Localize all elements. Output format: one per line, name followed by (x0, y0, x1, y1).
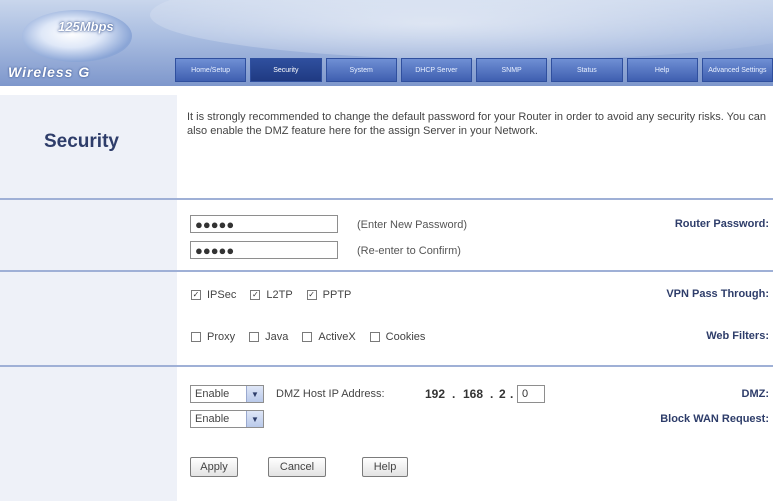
divider (0, 365, 773, 367)
activex-label: ActiveX (318, 331, 356, 343)
tab-help[interactable]: Help (626, 58, 698, 82)
tab-system[interactable]: System (325, 58, 397, 82)
logo-orb (22, 10, 132, 62)
dmz-host-ip-label: DMZ Host IP Address: (276, 388, 385, 400)
block-wan-request-label: Block WAN Request: (660, 413, 769, 425)
dmz-select-value: Enable (195, 388, 230, 400)
tab-dhcp-server[interactable]: DHCP Server (400, 58, 472, 82)
new-password-hint: (Enter New Password) (357, 219, 468, 231)
ipsec-label: IPSec (207, 289, 237, 301)
logo-product-text: Wireless G (8, 64, 91, 80)
ip-dot: . (452, 387, 456, 401)
main-nav: Home/Setup Security System DHCP Server S… (175, 58, 773, 82)
dmz-select[interactable]: Enable ▼ (190, 385, 264, 403)
check-icon: ✓ (192, 290, 200, 299)
apply-button[interactable]: Apply (190, 457, 238, 477)
tab-status[interactable]: Status (551, 58, 623, 82)
divider (0, 270, 773, 272)
l2tp-label: L2TP (266, 289, 293, 301)
logo-speed-text: 125Mbps (58, 19, 114, 34)
web-filters-label: Web Filters: (706, 330, 769, 342)
ip-dot: . (510, 387, 514, 401)
tab-home-setup[interactable]: Home/Setup (175, 58, 247, 82)
ip-octet-1: 192 (425, 387, 446, 401)
chevron-down-icon[interactable]: ▼ (246, 386, 263, 402)
ip-octet-3: 2 (499, 387, 506, 401)
confirm-password-field[interactable]: ●●●●● (190, 241, 338, 259)
divider (0, 198, 773, 200)
tab-advanced-settings[interactable]: Advanced Settings (701, 58, 773, 82)
vpn-options: ✓ IPSec ✓ L2TP ✓ PPTP (191, 289, 365, 301)
java-checkbox[interactable] (249, 332, 260, 342)
cookies-checkbox[interactable] (369, 332, 380, 342)
header-banner: 125Mbps Wireless G Home/Setup Security S… (0, 0, 773, 86)
cancel-button[interactable]: Cancel (268, 457, 326, 477)
ip-octet-2: 168 (463, 387, 484, 401)
page-title: Security (44, 131, 119, 152)
activex-checkbox[interactable] (302, 332, 313, 342)
vpn-pass-through-label: VPN Pass Through: (666, 288, 769, 300)
tab-snmp[interactable]: SNMP (476, 58, 548, 82)
check-icon: ✓ (308, 290, 315, 299)
new-password-field[interactable]: ●●●●● (190, 215, 338, 233)
router-password-label: Router Password: (674, 218, 769, 230)
ipsec-checkbox[interactable]: ✓ (191, 290, 201, 300)
check-icon: ✓ (252, 290, 259, 299)
confirm-password-hint: (Re-enter to Confirm) (357, 245, 461, 257)
pptp-checkbox[interactable]: ✓ (306, 290, 317, 300)
proxy-label: Proxy (207, 331, 236, 343)
l2tp-checkbox[interactable]: ✓ (250, 290, 261, 300)
dmz-label: DMZ: (741, 388, 770, 400)
help-button[interactable]: Help (362, 457, 408, 477)
ip-dot: . (490, 387, 494, 401)
tab-security[interactable]: Security (250, 58, 322, 82)
block-wan-select-value: Enable (195, 413, 230, 425)
web-filter-options: Proxy Java ActiveX Cookies (191, 331, 439, 343)
chevron-down-icon[interactable]: ▼ (246, 411, 263, 427)
header-swoosh (150, 0, 773, 60)
cookies-label: Cookies (385, 331, 426, 343)
java-label: Java (265, 331, 289, 343)
left-label-column (0, 95, 177, 501)
intro-text: It is strongly recommended to change the… (187, 111, 767, 137)
pptp-label: PPTP (322, 289, 352, 301)
proxy-checkbox[interactable] (191, 332, 201, 342)
block-wan-select[interactable]: Enable ▼ (190, 410, 264, 428)
dmz-host-ip-field[interactable]: 0 (517, 385, 545, 403)
